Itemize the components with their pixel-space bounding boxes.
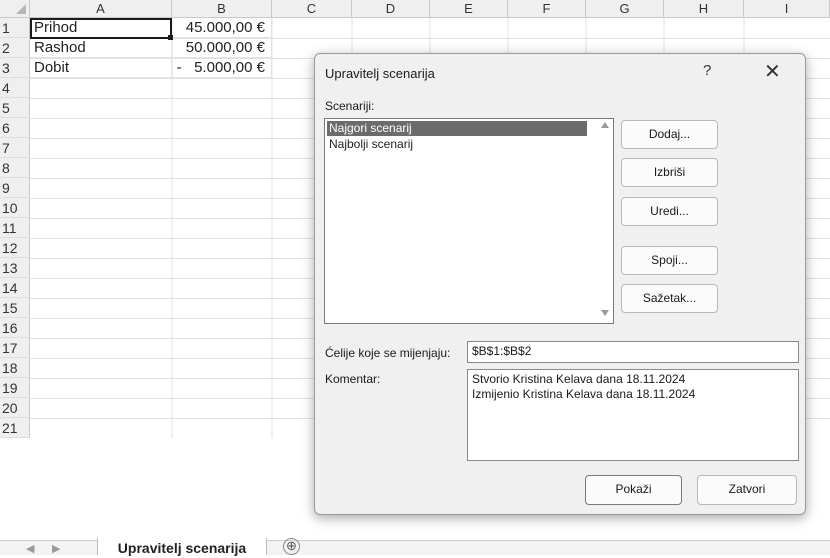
- scenarios-list[interactable]: Najgori scenarij Najbolji scenarij: [324, 118, 614, 324]
- dialog-title: Upravitelj scenarija: [325, 66, 435, 81]
- scroll-up-icon[interactable]: [601, 122, 609, 128]
- comment-label: Komentar:: [325, 372, 381, 386]
- close-button[interactable]: Zatvori: [697, 475, 797, 505]
- cell-b1[interactable]: 45.000,00 €: [172, 18, 272, 38]
- cell-a3[interactable]: Dobit: [30, 58, 172, 78]
- help-icon[interactable]: ?: [703, 62, 711, 79]
- comment-field[interactable]: Stvorio Kristina Kelava dana 18.11.2024 …: [467, 369, 799, 461]
- cell-b3[interactable]: - 5.000,00 €: [172, 58, 272, 78]
- changing-cells-label: Ćelije koje se mijenjaju:: [325, 346, 451, 360]
- delete-button[interactable]: Izbriši: [621, 158, 718, 187]
- scenarios-label: Scenariji:: [325, 99, 375, 113]
- add-button[interactable]: Dodaj...: [621, 120, 718, 149]
- fill-handle[interactable]: [168, 35, 173, 40]
- cell-b2[interactable]: 50.000,00 €: [172, 38, 272, 58]
- list-item[interactable]: Najbolji scenarij: [327, 137, 587, 152]
- add-sheet-icon[interactable]: ⊕: [283, 538, 300, 555]
- summary-button[interactable]: Sažetak...: [621, 284, 718, 313]
- cell-a2[interactable]: Rashod: [30, 38, 172, 58]
- comment-line: Stvorio Kristina Kelava dana 18.11.2024: [472, 372, 686, 386]
- merge-button[interactable]: Spoji...: [621, 246, 718, 275]
- close-icon[interactable]: ✕: [764, 59, 781, 84]
- next-sheet-icon[interactable]: ▶: [52, 542, 60, 555]
- sheet-tab-upravitelj-scenarija[interactable]: Upravitelj scenarija: [97, 538, 267, 556]
- scroll-down-icon[interactable]: [601, 310, 609, 316]
- list-item[interactable]: Najgori scenarij: [327, 121, 587, 136]
- scenario-manager-dialog: Upravitelj scenarija ? ✕ Scenariji: Najg…: [314, 53, 806, 515]
- prev-sheet-icon[interactable]: ◀: [26, 542, 34, 555]
- active-cell-border: [30, 18, 172, 39]
- comment-line: Izmijenio Kristina Kelava dana 18.11.202…: [472, 387, 696, 401]
- changing-cells-field[interactable]: $B$1:$B$2: [467, 341, 799, 363]
- show-button[interactable]: Pokaži: [585, 475, 682, 505]
- edit-button[interactable]: Uredi...: [621, 197, 718, 226]
